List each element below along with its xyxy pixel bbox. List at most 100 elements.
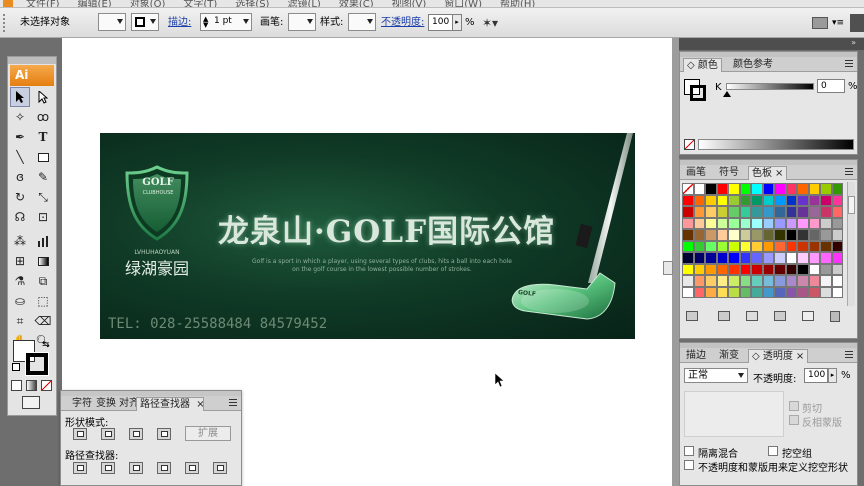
tab-symbols[interactable]: 符号 [716, 166, 742, 180]
color-swatch[interactable] [751, 252, 763, 264]
color-swatch[interactable] [785, 252, 797, 264]
menu-view[interactable]: 视图(V) [392, 0, 427, 7]
color-swatch[interactable] [739, 240, 751, 252]
panel-menu-icon[interactable] [229, 399, 237, 407]
color-swatch[interactable] [797, 286, 809, 298]
transparency-opacity-input[interactable]: 100 [804, 368, 828, 383]
color-swatch[interactable] [808, 252, 820, 264]
swatch-grid[interactable] [682, 183, 844, 306]
color-swatch[interactable] [774, 229, 786, 241]
color-swatch[interactable] [831, 183, 843, 195]
color-swatch[interactable] [797, 240, 809, 252]
color-spectrum-bar[interactable] [698, 139, 854, 150]
color-swatch[interactable] [820, 286, 832, 298]
menu-select[interactable]: 选择(S) [235, 0, 269, 7]
color-swatch[interactable] [716, 275, 728, 287]
stroke-weight-field[interactable]: ▲ ▼ 1 pt [200, 13, 252, 31]
color-swatch[interactable] [820, 183, 832, 195]
column-graph-tool-icon[interactable] [33, 231, 53, 251]
color-swatch[interactable] [774, 217, 786, 229]
opacity-label[interactable]: 不透明度: [381, 15, 424, 31]
color-swatch[interactable] [808, 275, 820, 287]
color-swatch[interactable] [808, 229, 820, 241]
rotate-tool-icon[interactable]: ↻ [10, 187, 30, 207]
warp-tool-icon[interactable]: ☊ [10, 207, 30, 227]
merge-button[interactable] [129, 462, 143, 474]
color-swatch[interactable] [820, 275, 832, 287]
color-swatch[interactable] [716, 263, 728, 275]
opacity-mask-define-checkbox[interactable] [684, 460, 694, 470]
color-swatch[interactable] [808, 206, 820, 218]
direct-selection-tool-icon[interactable] [33, 87, 53, 107]
color-swatch[interactable] [797, 275, 809, 287]
menu-file[interactable]: 文件(F) [26, 0, 60, 7]
color-swatch[interactable] [693, 229, 705, 241]
menu-type[interactable]: 文字(T) [183, 0, 217, 7]
color-swatch[interactable] [808, 286, 820, 298]
menu-filter[interactable]: 滤镜(L) [287, 0, 320, 7]
color-swatch[interactable] [831, 252, 843, 264]
golf-banner-artwork[interactable]: GOLF CLUBHOUSE LVHUHAOYUAN 绿湖豪园 龙泉山·GOLF… [100, 133, 635, 339]
brush-dropdown[interactable] [288, 13, 316, 31]
color-swatch[interactable] [705, 217, 717, 229]
color-swatch[interactable] [774, 183, 786, 195]
show-swatch-kinds-icon[interactable] [718, 311, 730, 321]
color-swatch[interactable] [728, 183, 740, 195]
color-swatch[interactable] [797, 206, 809, 218]
color-swatch[interactable] [808, 217, 820, 229]
lasso-tool-icon[interactable]: ꝏ [33, 107, 53, 127]
new-swatch-icon[interactable] [802, 311, 814, 321]
k-slider-thumb[interactable] [723, 91, 731, 97]
clip-checkbox[interactable] [789, 401, 799, 411]
gradient-mode-icon[interactable] [26, 380, 37, 391]
color-swatch[interactable] [728, 263, 740, 275]
color-swatch[interactable] [693, 206, 705, 218]
tab-brushes[interactable]: 画笔 [683, 166, 709, 180]
color-swatch[interactable] [762, 240, 774, 252]
color-swatch[interactable] [716, 183, 728, 195]
color-swatch[interactable] [682, 229, 694, 241]
tab-character[interactable]: 字符 [69, 397, 95, 411]
color-swatch[interactable] [774, 275, 786, 287]
minus-back-button[interactable] [213, 462, 227, 474]
color-swatch[interactable] [831, 286, 843, 298]
panel-menu-icon[interactable] [845, 351, 853, 359]
document-setup-icon[interactable] [812, 17, 828, 29]
type-tool-icon[interactable]: T [33, 127, 53, 147]
color-swatch[interactable] [785, 240, 797, 252]
color-swatch[interactable] [693, 217, 705, 229]
paintbrush-tool-icon[interactable]: ɞ [10, 167, 30, 187]
color-swatch[interactable] [693, 194, 705, 206]
style-dropdown[interactable] [348, 13, 376, 31]
blend-mode-select[interactable]: 正常 [684, 368, 748, 383]
color-swatch[interactable] [774, 286, 786, 298]
tab-gradient[interactable]: 渐变 [716, 349, 742, 363]
color-swatch[interactable] [716, 206, 728, 218]
blend-tool-icon[interactable]: ⧉ [33, 271, 53, 291]
magic-wand-tool-icon[interactable]: ✧ [10, 107, 30, 127]
color-swatch[interactable] [831, 275, 843, 287]
color-swatch[interactable] [762, 252, 774, 264]
minus-front-button[interactable] [101, 428, 115, 440]
color-swatch[interactable] [785, 206, 797, 218]
color-swatch[interactable] [820, 229, 832, 241]
color-swatch[interactable] [820, 263, 832, 275]
color-swatch[interactable] [751, 206, 763, 218]
color-swatch[interactable] [739, 252, 751, 264]
color-swatch[interactable] [831, 240, 843, 252]
color-swatch[interactable] [808, 183, 820, 195]
knockout-group-checkbox[interactable] [768, 446, 778, 456]
color-swatch[interactable] [728, 217, 740, 229]
color-swatch[interactable] [682, 275, 694, 287]
k-slider[interactable] [726, 83, 814, 90]
color-swatch[interactable] [739, 229, 751, 241]
color-swatch[interactable] [762, 229, 774, 241]
color-swatch[interactable] [762, 206, 774, 218]
color-swatch[interactable] [739, 206, 751, 218]
color-swatch[interactable] [728, 229, 740, 241]
trim-button[interactable] [101, 462, 115, 474]
color-swatch[interactable] [682, 183, 694, 195]
color-swatch[interactable] [820, 217, 832, 229]
opacity-slider-button[interactable]: ▸ [452, 14, 462, 31]
color-swatch[interactable] [682, 206, 694, 218]
